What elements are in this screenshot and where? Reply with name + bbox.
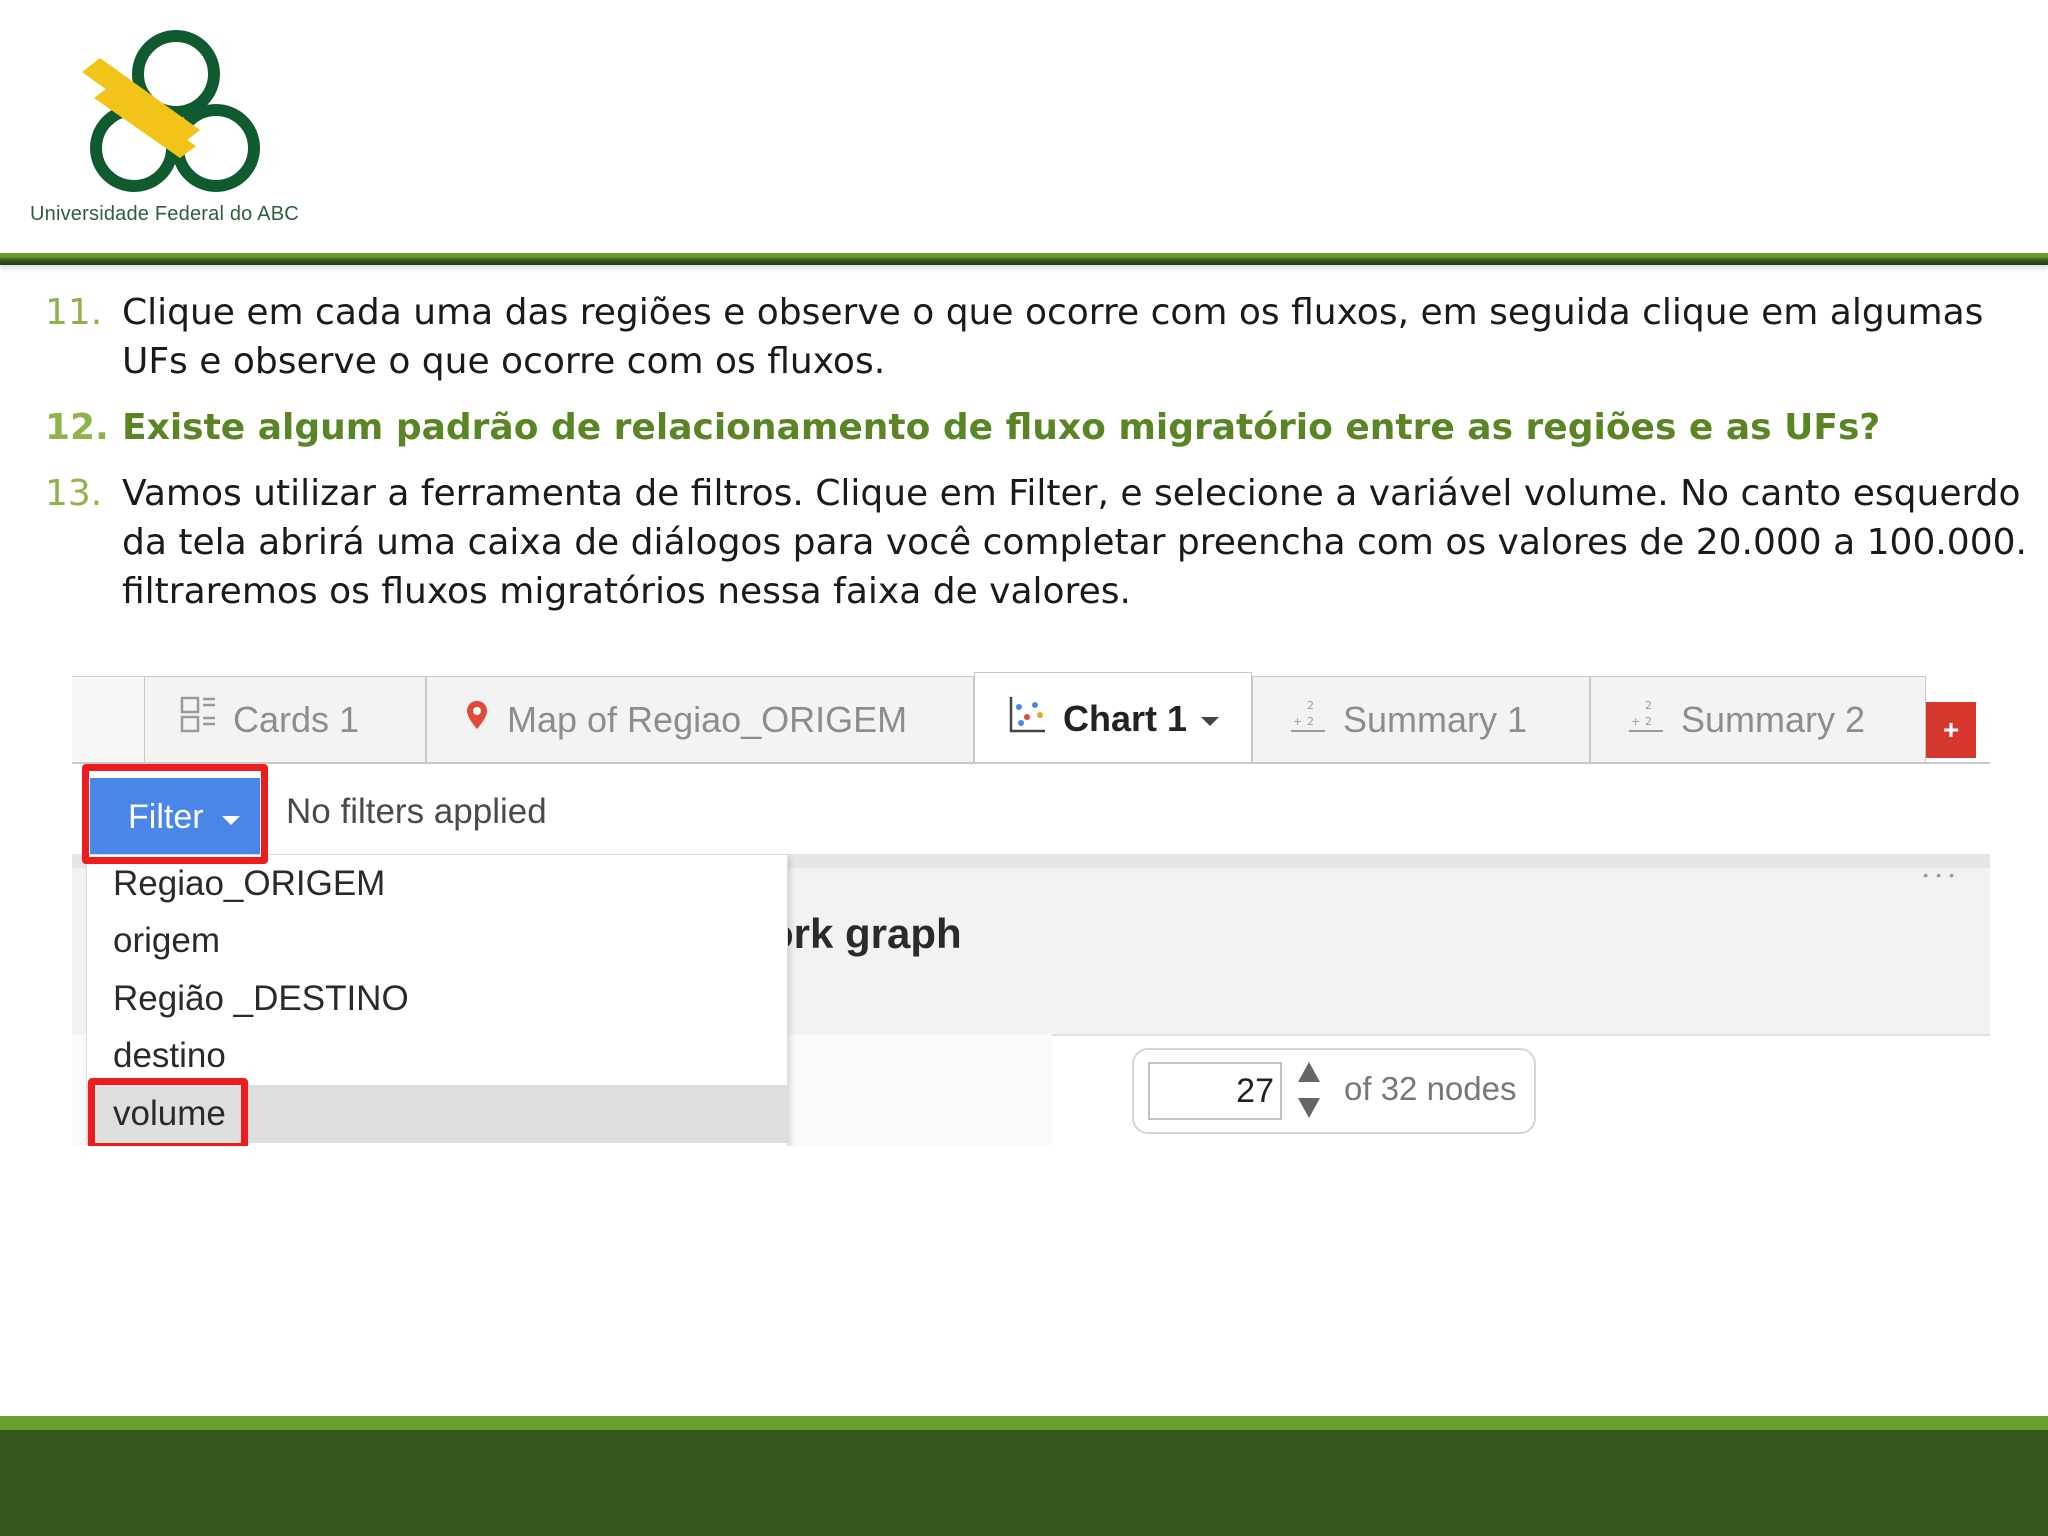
tab-bar: Cards 1 Map of Regiao_ORIGEM Chart 1 2 +2… <box>72 672 1990 764</box>
tab-label: Cards 1 <box>233 698 360 740</box>
add-tab-button[interactable]: + <box>1926 702 1976 758</box>
spinner-up-icon[interactable] <box>1298 1062 1320 1082</box>
menu-item-origem[interactable]: origem <box>87 913 787 971</box>
step-text: Existe algum padrão de relacionamento de… <box>122 407 1881 448</box>
tab-label: Map of Regiao_ORIGEM <box>507 698 908 740</box>
filter-bar: Filter No filters applied <box>72 764 1990 864</box>
summary-icon: 2 +2 <box>1625 695 1667 744</box>
tab-spacer <box>72 676 145 763</box>
tab-label: Summary 2 <box>1681 698 1866 740</box>
nodes-count-input[interactable]: 27 <box>1148 1062 1282 1120</box>
ufabc-emblem <box>82 30 260 192</box>
svg-text:2: 2 <box>1307 715 1314 728</box>
cards-icon <box>179 695 219 744</box>
step-11: 11. Clique em cada uma das regiões e obs… <box>0 288 2048 386</box>
step-text: Clique em cada uma das regiões e observe… <box>122 292 1984 382</box>
footer <box>0 1430 2048 1536</box>
chart-title: ork graph <box>768 910 962 957</box>
filter-status: No filters applied <box>286 792 547 831</box>
map-pin-icon <box>461 695 493 744</box>
nodes-total-label: of 32 nodes <box>1344 1070 1517 1107</box>
tab-chart-1[interactable]: Chart 1 <box>974 672 1252 764</box>
summary-icon: 2 +2 <box>1287 695 1329 744</box>
tab-label: Chart 1 <box>1063 697 1188 739</box>
ufabc-logo: Universidade Federal do ABC <box>28 28 318 234</box>
spinner-down-icon[interactable] <box>1298 1098 1320 1118</box>
svg-text:2: 2 <box>1645 699 1652 712</box>
step-number: 13. <box>45 473 103 514</box>
header-rule <box>0 253 2048 265</box>
tab-summary-1[interactable]: 2 +2 Summary 1 <box>1252 676 1590 762</box>
highlight-volume-item <box>88 1078 248 1146</box>
step-13: 13. Vamos utilizar a ferramenta de filtr… <box>0 469 2048 616</box>
step-number: 12. <box>45 407 109 448</box>
nodes-control: 27 of 32 nodes <box>1132 1048 1536 1134</box>
tab-label: Summary 1 <box>1343 698 1528 740</box>
menu-item-regiao-destino[interactable]: Região _DESTINO <box>87 970 787 1028</box>
step-text: Vamos utilizar a ferramenta de filtros. … <box>122 473 2027 612</box>
chevron-down-icon[interactable] <box>1201 717 1220 726</box>
scatter-chart-icon <box>1007 693 1049 744</box>
logo-text: Universidade Federal do ABC <box>30 203 299 225</box>
menu-item-destino[interactable]: destino <box>87 1028 787 1086</box>
svg-text:+: + <box>1631 715 1640 728</box>
svg-text:+: + <box>1293 715 1302 728</box>
footer-band <box>0 1416 2048 1430</box>
app-screenshot: Cards 1 Map of Regiao_ORIGEM Chart 1 2 +2… <box>72 672 1990 1146</box>
step-number: 11. <box>45 292 103 333</box>
divider <box>1052 1034 1990 1036</box>
instruction-list: 11. Clique em cada uma das regiões e obs… <box>0 288 2048 616</box>
tab-summary-2[interactable]: 2 +2 Summary 2 <box>1590 676 1926 762</box>
more-options-icon[interactable]: ••• <box>1923 868 1962 882</box>
step-12: 12. Existe algum padrão de relacionament… <box>0 403 2048 452</box>
highlight-filter-button <box>82 764 268 864</box>
svg-text:2: 2 <box>1307 699 1314 712</box>
tab-cards-1[interactable]: Cards 1 <box>144 676 426 762</box>
svg-text:2: 2 <box>1645 715 1652 728</box>
tab-map-regiao-origem[interactable]: Map of Regiao_ORIGEM <box>426 676 974 762</box>
